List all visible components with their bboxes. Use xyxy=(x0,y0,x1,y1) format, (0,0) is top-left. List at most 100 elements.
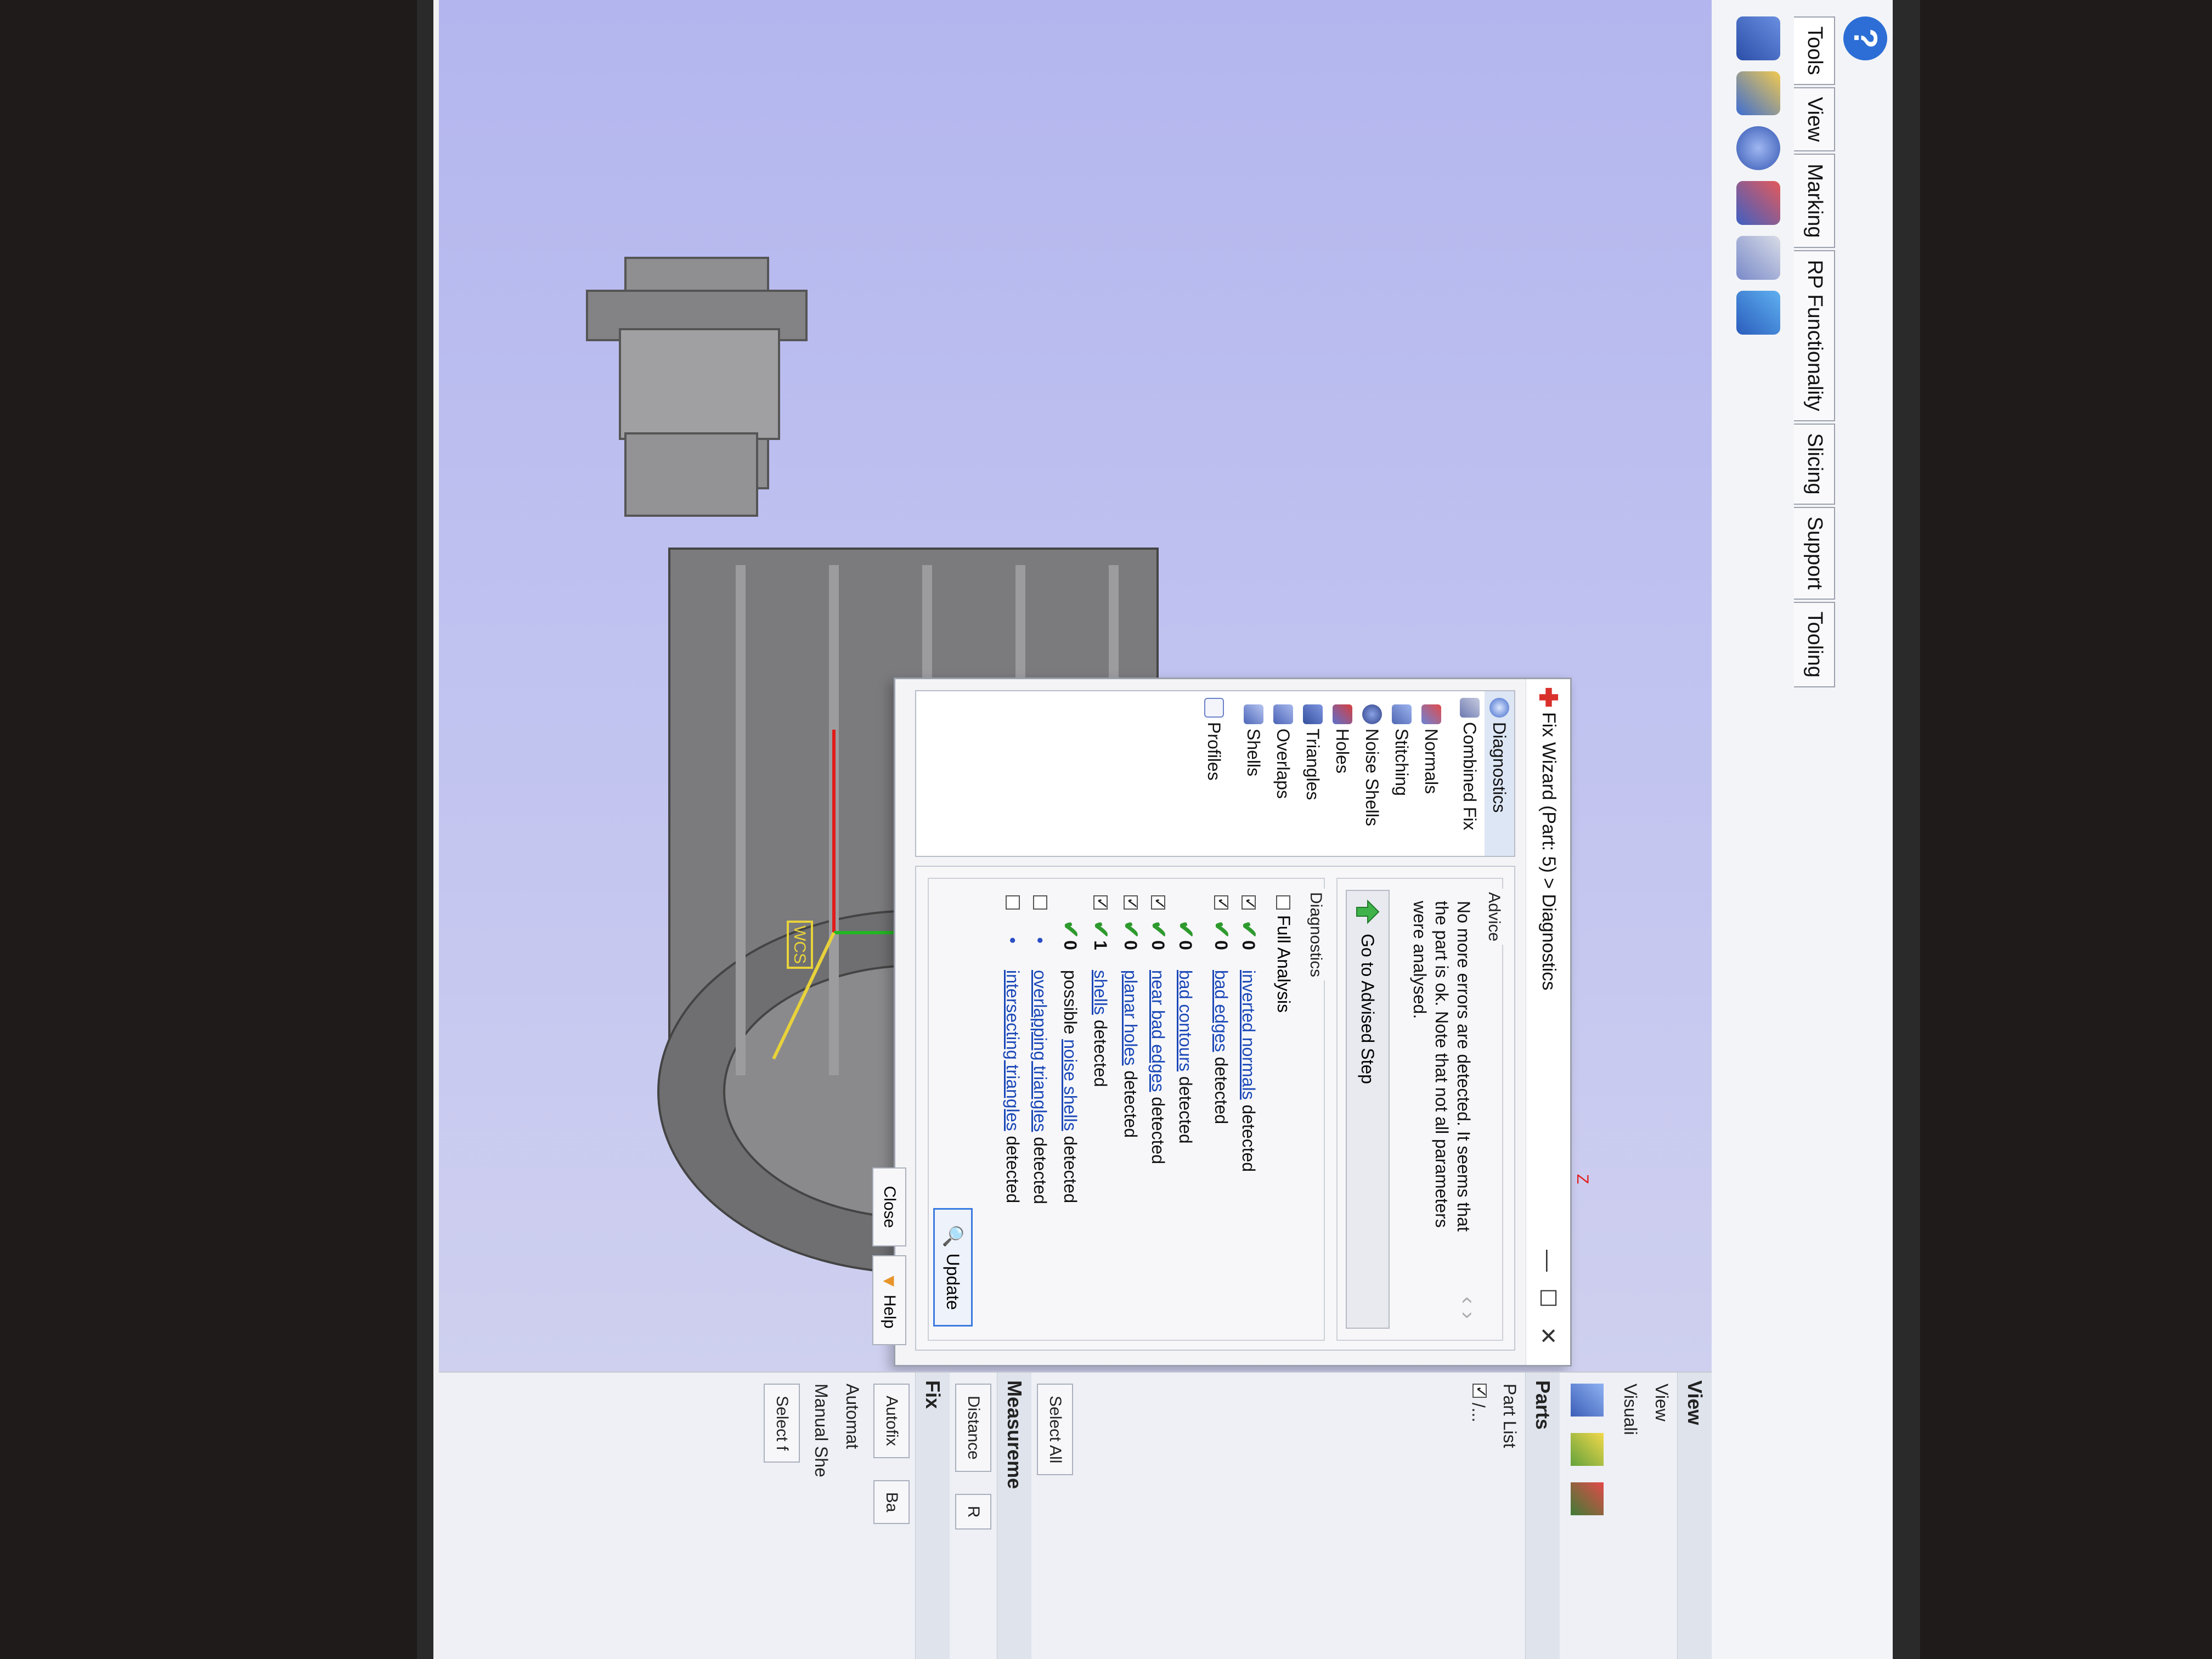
autofix-tab[interactable]: Autofix xyxy=(873,1384,910,1458)
part-row-label: /... xyxy=(1469,1402,1488,1423)
fix-wizard-dialog: Fix Wizard (Part: 5) > Diagnostics — ☐ ✕… xyxy=(872,678,1572,1367)
fix-tab-ba[interactable]: Ba xyxy=(873,1480,910,1525)
advice-text: No more errors are detected. It seems th… xyxy=(1410,901,1474,1232)
status-dot: • xyxy=(1030,937,1051,944)
inverted-normals-link[interactable]: inverted normals xyxy=(1239,970,1259,1100)
nav-item-label: Diagnostics xyxy=(1489,722,1510,813)
go-to-advised-step-button[interactable]: Go to Advised Step xyxy=(1346,890,1390,1329)
bad-contours-link[interactable]: bad contours xyxy=(1176,970,1196,1071)
diag-count: 0 xyxy=(1121,940,1141,950)
diag-text: inverted normals detected xyxy=(1239,970,1259,1172)
cube-tool-icon[interactable] xyxy=(1736,291,1780,335)
measurement-panel-header: Measureme xyxy=(997,1373,1031,1659)
nav-item-normals[interactable]: Normals xyxy=(1417,691,1446,856)
tab-support[interactable]: Support xyxy=(1794,506,1835,600)
near-bad-edges-link[interactable]: near bad edges xyxy=(1149,970,1169,1092)
part-list-area xyxy=(1079,1373,1463,1659)
3d-viewport[interactable]: WCS Z X Fix Wizard (Pa xyxy=(439,0,1712,1372)
tab-slicing[interactable]: Slicing xyxy=(1794,423,1835,505)
combined-fix-icon xyxy=(1460,698,1480,718)
tab-tools[interactable]: Tools xyxy=(1794,16,1835,85)
visualization-line: Visuali xyxy=(1621,1384,1640,1435)
tab-view[interactable]: View xyxy=(1794,87,1835,152)
check-icon: ✔ xyxy=(1237,920,1261,939)
nav-item-diagnostics[interactable]: Diagnostics xyxy=(1485,691,1514,856)
planar-holes-link[interactable]: planar holes xyxy=(1121,970,1141,1065)
nav-item-triangles[interactable]: Triangles xyxy=(1298,691,1328,856)
help-label: Help xyxy=(881,1294,899,1329)
part-shaft[interactable] xyxy=(586,257,808,517)
nav-item-shells[interactable]: Shells xyxy=(1239,691,1268,856)
diag-text: near bad edges detected xyxy=(1148,970,1169,1164)
diag-count: 1 xyxy=(1091,940,1111,950)
nav-item-combined-fix[interactable]: Combined Fix xyxy=(1455,691,1485,856)
diag-suffix: detected xyxy=(1030,1132,1051,1204)
nav-item-label: Holes xyxy=(1333,729,1353,774)
check-icon: ✔ xyxy=(1119,920,1143,939)
yellow-triangle-icon[interactable] xyxy=(1571,1433,1604,1466)
stitching-icon xyxy=(1392,704,1412,724)
close-icon[interactable]: ✕ xyxy=(1535,1327,1560,1345)
distance-tab[interactable]: Distance xyxy=(955,1384,991,1472)
tab-marking[interactable]: Marking xyxy=(1794,154,1835,248)
application-window: ? Tools View Marking RP Functionality Sl… xyxy=(439,0,1893,1659)
checkbox[interactable] xyxy=(1124,895,1138,910)
automatic-fix-line[interactable]: Automat xyxy=(837,1373,868,1659)
nav-item-noise-shells[interactable]: Noise Shells xyxy=(1357,691,1387,856)
select-fix-button[interactable]: Select f xyxy=(764,1384,800,1463)
nav-item-overlaps[interactable]: Overlaps xyxy=(1268,691,1298,856)
checkbox[interactable] xyxy=(1242,895,1256,910)
checkbox[interactable] xyxy=(1033,895,1047,910)
save-tool-icon[interactable] xyxy=(1736,181,1780,225)
checkbox[interactable] xyxy=(1276,895,1291,910)
tab-tooling[interactable]: Tooling xyxy=(1794,601,1835,688)
diag-row-noise-shells: ✔ 0 possible noise shells detected xyxy=(1058,895,1082,1203)
green-arrow-icon xyxy=(1356,899,1380,924)
tab-rp-functionality[interactable]: RP Functionality xyxy=(1794,250,1835,421)
wcs-label: WCS xyxy=(791,926,809,964)
close-button[interactable]: Close xyxy=(872,1167,906,1246)
measure-tab-r[interactable]: R xyxy=(955,1493,991,1530)
diagnostics-group: Diagnostics Full Analysis ✔ 0 inverted n… xyxy=(928,878,1325,1341)
overlapping-triangles-link[interactable]: overlapping triangles xyxy=(1031,970,1051,1132)
diag-suffix: detected xyxy=(1003,1131,1023,1204)
pencil-tool-icon[interactable] xyxy=(1736,71,1780,115)
cube-view-icon[interactable] xyxy=(1571,1384,1604,1417)
noise-shells-link[interactable]: noise shells xyxy=(1061,1039,1081,1131)
maximize-icon[interactable]: ☐ xyxy=(1535,1288,1560,1308)
measure-tool-icon[interactable] xyxy=(1736,16,1780,60)
bad-edges-link[interactable]: bad edges xyxy=(1212,970,1232,1052)
diag-row-intersecting-triangles: • intersecting triangles detected xyxy=(1001,895,1025,1203)
fix-wizard-cross-icon xyxy=(1539,687,1559,707)
fix-tabs: Autofix Ba xyxy=(868,1373,915,1659)
dialog-titlebar[interactable]: Fix Wizard (Part: 5) > Diagnostics — ☐ ✕ xyxy=(1526,679,1570,1365)
intersecting-triangles-link[interactable]: intersecting triangles xyxy=(1003,970,1023,1131)
select-all-button[interactable]: Select All xyxy=(1037,1384,1073,1476)
checkbox[interactable] xyxy=(1151,895,1165,910)
shells-link[interactable]: shells xyxy=(1091,970,1111,1015)
advised-step-label: Go to Advised Step xyxy=(1358,934,1378,1084)
help-button[interactable]: ▼ Help xyxy=(872,1255,906,1345)
globe-tool-icon[interactable] xyxy=(1736,126,1780,170)
update-button[interactable]: 🔍 Update xyxy=(933,1208,973,1327)
nav-item-stitching[interactable]: Stitching xyxy=(1387,691,1417,856)
part-row[interactable]: /... xyxy=(1463,1373,1494,1659)
advice-nav-arrows[interactable]: ‹› xyxy=(1455,1296,1480,1327)
nav-item-profiles[interactable]: Profiles xyxy=(1199,691,1229,856)
nav-item-holes[interactable]: Holes xyxy=(1328,691,1357,856)
diag-suffix: detected xyxy=(1211,1052,1232,1125)
full-analysis-checkbox[interactable]: Full Analysis xyxy=(1273,895,1294,1013)
manual-shell-line[interactable]: Manual She xyxy=(805,1373,837,1659)
advice-group-title: Advice xyxy=(1485,889,1503,945)
checkbox[interactable] xyxy=(1472,1384,1487,1398)
checkbox[interactable] xyxy=(1006,895,1020,910)
red-triangle-icon[interactable] xyxy=(1571,1482,1604,1515)
checkbox[interactable] xyxy=(1214,895,1228,910)
diag-text: shells detected xyxy=(1091,970,1111,1087)
parts-panel-header: Parts xyxy=(1525,1373,1560,1659)
checkbox[interactable] xyxy=(1093,895,1108,910)
minimize-icon[interactable]: — xyxy=(1536,1250,1560,1272)
help-icon[interactable]: ? xyxy=(1843,16,1887,60)
coordinate-tool-icon[interactable] xyxy=(1736,236,1780,280)
diag-text: possible noise shells detected xyxy=(1060,970,1081,1203)
